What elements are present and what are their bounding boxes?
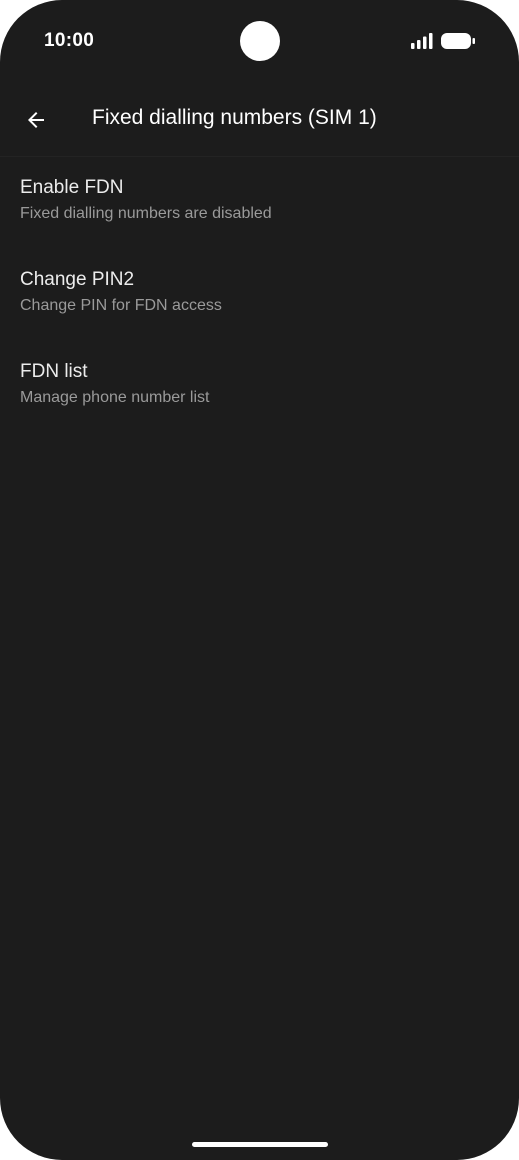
pref-summary: Manage phone number list (20, 389, 210, 406)
preference-list: Enable FDN Fixed dialling numbers are di… (0, 157, 519, 433)
home-indicator[interactable] (192, 1142, 328, 1147)
pref-fdn-list[interactable]: FDN list Manage phone number list (0, 341, 519, 433)
arrow-back-icon (28, 112, 44, 128)
pref-summary: Change PIN for FDN access (20, 297, 222, 314)
page-title: Fixed dialling numbers (SIM 1) (92, 106, 377, 129)
pref-change-pin2[interactable]: Change PIN2 Change PIN for FDN access (0, 249, 519, 341)
pref-enable-fdn[interactable]: Enable FDN Fixed dialling numbers are di… (0, 157, 519, 249)
signal-icon (411, 33, 433, 49)
pref-title: Enable FDN (20, 177, 124, 198)
app-bar: Fixed dialling numbers (SIM 1) (0, 84, 519, 157)
pref-title: FDN list (20, 361, 88, 382)
pref-title: Change PIN2 (20, 269, 135, 290)
status-bar: 10:00 (0, 0, 519, 84)
battery-icon (441, 33, 475, 49)
camera-cutout (240, 21, 280, 61)
phone-screen: 10:00 Fixed dialling numbers (SIM 1) Ena… (0, 0, 519, 1160)
pref-summary: Fixed dialling numbers are disabled (20, 205, 272, 222)
back-button[interactable] (14, 98, 58, 142)
status-time: 10:00 (44, 30, 95, 51)
